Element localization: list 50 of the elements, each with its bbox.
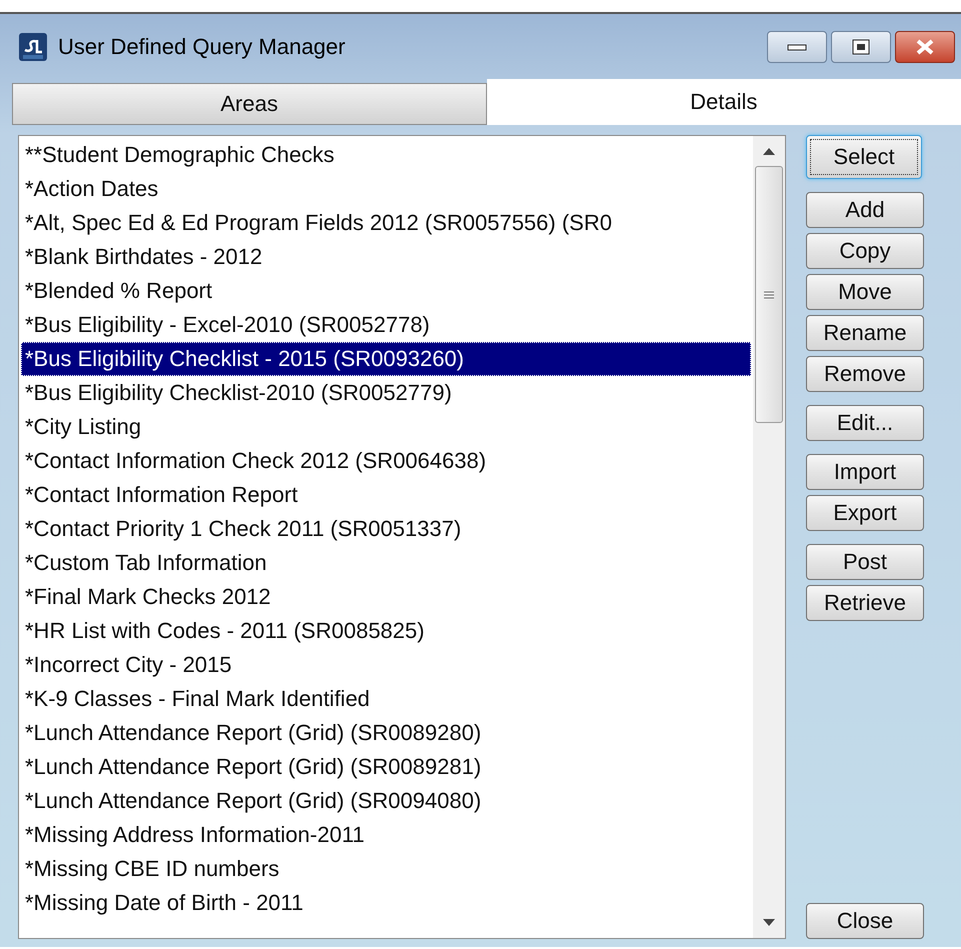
tab[interactable]: Details bbox=[486, 79, 961, 125]
maximize-button[interactable] bbox=[831, 30, 891, 63]
list-item[interactable]: **Student Demographic Checks bbox=[21, 138, 751, 172]
minimize-button[interactable] bbox=[767, 30, 827, 63]
list-item[interactable]: *Lunch Attendance Report (Grid) (SR0089280) bbox=[21, 716, 751, 750]
scroll-up-icon bbox=[763, 147, 775, 155]
scroll-thumb[interactable] bbox=[755, 166, 783, 423]
app-logo-icon bbox=[18, 32, 48, 62]
close-button[interactable]: Close bbox=[806, 903, 924, 939]
list-item[interactable]: *Missing Date of Birth - 2011 bbox=[21, 886, 751, 920]
list-item[interactable]: *Action Dates bbox=[21, 172, 751, 206]
action-button[interactable]: Post bbox=[806, 544, 924, 580]
list-item[interactable]: *Incorrect City - 2015 bbox=[21, 648, 751, 682]
list-item[interactable]: *Final Mark Checks 2012 bbox=[21, 580, 751, 614]
close-icon bbox=[915, 38, 935, 56]
list-item[interactable]: *Contact Information Report bbox=[21, 478, 751, 512]
maximize-icon bbox=[852, 38, 870, 55]
scrollbar[interactable] bbox=[753, 136, 785, 938]
list-item[interactable]: *HR List with Codes - 2011 (SR0085825) bbox=[21, 614, 751, 648]
list-item[interactable]: *Blended % Report bbox=[21, 274, 751, 308]
minimize-icon bbox=[787, 42, 807, 51]
action-button[interactable]: Add bbox=[806, 192, 924, 228]
list-item[interactable]: *City Listing bbox=[21, 410, 751, 444]
action-button[interactable]: Move bbox=[806, 274, 924, 310]
action-button[interactable]: Export bbox=[806, 495, 924, 531]
list-item[interactable]: *Lunch Attendance Report (Grid) (SR0089281) bbox=[21, 750, 751, 784]
list-item[interactable]: *Lunch Attendance Report (Grid) (SR0094080) bbox=[21, 784, 751, 818]
action-button[interactable]: Remove bbox=[806, 356, 924, 392]
list-item[interactable]: *Contact Information Check 2012 (SR0064638) bbox=[21, 444, 751, 478]
action-button[interactable]: Select bbox=[806, 135, 922, 179]
list-item[interactable]: *K-9 Classes - Final Mark Identified bbox=[21, 682, 751, 716]
tab[interactable]: Areas bbox=[12, 83, 486, 125]
close-window-button[interactable] bbox=[895, 30, 955, 63]
grip-icon bbox=[764, 290, 774, 300]
list-item[interactable]: *Custom Tab Information bbox=[21, 546, 751, 580]
list-item[interactable]: *Contact Priority 1 Check 2011 (SR0051337) bbox=[21, 512, 751, 546]
list-item[interactable]: *Alt, Spec Ed & Ed Program Fields 2012 (SR0057556) (SR0 bbox=[21, 206, 751, 240]
list-item[interactable]: *Blank Birthdates - 2012 bbox=[21, 240, 751, 274]
window-title: User Defined Query Manager bbox=[58, 34, 346, 60]
list-item[interactable]: *Missing Address Information-2011 bbox=[21, 818, 751, 852]
action-button[interactable]: Rename bbox=[806, 315, 924, 351]
action-button[interactable]: Edit... bbox=[806, 405, 924, 441]
list-item[interactable]: *Bus Eligibility Checklist - 2015 (SR0093260) bbox=[21, 342, 751, 376]
action-button[interactable]: Retrieve bbox=[806, 585, 924, 621]
scroll-down-icon bbox=[763, 919, 775, 927]
list-item[interactable]: *Bus Eligibility - Excel-2010 (SR0052778) bbox=[21, 308, 751, 342]
list-item[interactable]: *Bus Eligibility Checklist-2010 (SR0052779) bbox=[21, 376, 751, 410]
action-button[interactable]: Import bbox=[806, 454, 924, 490]
list-item[interactable]: *Missing CBE ID numbers bbox=[21, 852, 751, 886]
action-button[interactable]: Copy bbox=[806, 233, 924, 269]
